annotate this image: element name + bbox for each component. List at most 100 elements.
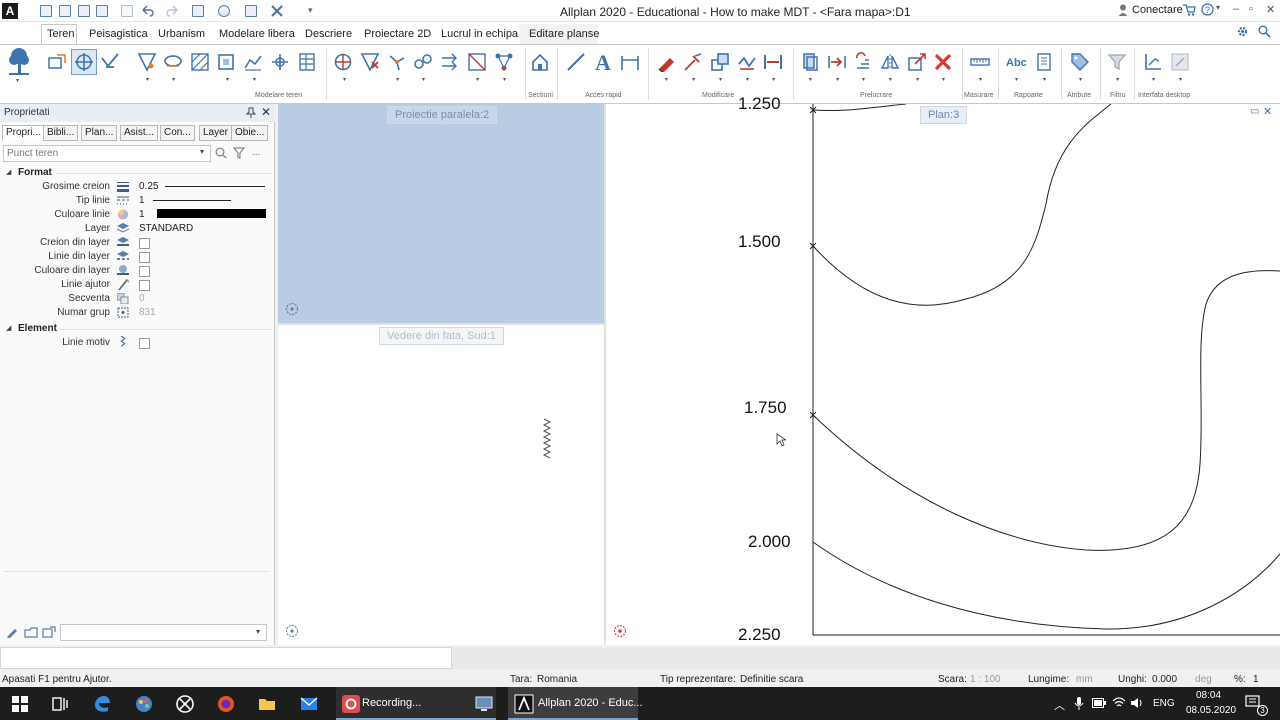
tab-urbanism[interactable]: Urbanism [158,28,205,40]
dropdown-arrow-icon[interactable]: ▾ [1015,76,1018,83]
prop-value-tip-linie[interactable]: 1 [139,195,145,206]
prop-value-layer[interactable]: STANDARD [139,223,193,234]
dropdown-arrow-icon[interactable]: ▾ [836,76,839,83]
command-line-input[interactable] [0,647,452,669]
dropdown-arrow-icon[interactable]: ▾ [889,76,892,83]
ribbon-search-icon[interactable] [1258,25,1271,38]
hatching-icon[interactable] [190,52,210,72]
edge-browser-icon[interactable] [92,694,112,714]
dropdown-arrow-icon[interactable]: ▾ [692,76,695,83]
dropdown-arrow-icon[interactable]: ▾ [226,76,229,83]
dropdown-arrow-icon[interactable]: ▾ [809,76,812,83]
copy-move-icon[interactable] [710,52,730,72]
modify-pick-icon[interactable] [683,52,703,72]
windows-start-icon[interactable] [10,694,30,714]
connect-link[interactable]: Conectare [1132,4,1183,16]
tab-biblioteca[interactable]: Bibli... [43,125,79,141]
prop-value-grosime-creion[interactable]: 0.25 [139,181,158,192]
terrain-table-icon[interactable] [297,52,317,72]
desktop-axes-icon[interactable] [1143,52,1163,72]
triangulation-icon[interactable] [137,52,157,72]
terrain-surface-icon[interactable] [163,52,183,72]
tab-teren[interactable]: Teren [47,28,75,40]
viewport-navigation-icon[interactable] [285,624,299,638]
maximize-icon[interactable]: ▫ [1249,3,1253,15]
xbox-app-icon[interactable] [175,694,195,714]
search-icon[interactable] [215,147,227,159]
terrain-move-icon[interactable] [387,52,407,72]
dropdown-arrow-icon[interactable]: ▾ [422,76,425,83]
terrain-abc-icon[interactable] [467,52,487,72]
checkbox-culoare-din-layer[interactable] [139,266,150,277]
terrain-link-icon[interactable] [413,52,433,72]
element-type-input[interactable] [5,147,197,160]
collapse-triangle-icon[interactable]: ◢ [6,324,11,332]
dropdown-arrow-icon[interactable]: ▾ [979,76,982,83]
dimension-tool-icon[interactable] [620,52,640,72]
rotate-icon[interactable] [853,52,873,72]
panel-close-icon[interactable]: ✕ [261,105,271,119]
print-icon[interactable] [121,5,133,17]
line-tool-icon[interactable] [566,52,586,72]
section-format[interactable]: Format [18,167,52,178]
favorites-combo[interactable]: ▾ [60,624,267,641]
dropdown-arrow-icon[interactable]: ▾ [862,76,865,83]
dropdown-arrow-icon[interactable]: ▾ [396,76,399,83]
scale-value[interactable]: 1 : 100 [970,674,1001,685]
help-dropdown-icon[interactable]: ▾ [1216,3,1220,12]
open-project-icon[interactable] [40,5,52,17]
dropdown-arrow-icon[interactable]: ▾ [146,76,149,83]
dropdown-arrow-icon[interactable]: ▾ [665,76,668,83]
angle-value[interactable]: 0.000 [1152,674,1177,685]
viewport-label-proiectie-paralela[interactable]: Proiectie paralela:2 [387,106,498,124]
allplan-logo-icon[interactable]: A [2,3,18,19]
viewport-label-vedere-din-fata[interactable]: Vedere din fata, Sud:1 [379,327,504,345]
dropdown-arrow-icon[interactable]: ▾ [1152,76,1155,83]
tab-descriere[interactable]: Descriere [305,28,352,40]
tree-dropdown-icon[interactable]: ▾ [16,77,19,84]
terrain-arrows-icon[interactable] [440,52,460,72]
dropdown-arrow-icon[interactable]: ▾ [1179,76,1182,83]
modify-stretch-icon[interactable] [763,52,783,72]
attributes-tag-icon[interactable] [1070,52,1090,72]
tab-peisagistica[interactable]: Peisagistica [89,28,148,40]
terrain-edit-icon[interactable] [333,52,353,72]
text-tool-icon[interactable]: A [595,50,611,76]
checkbox-linie-motiv[interactable] [139,338,150,349]
copy-icon[interactable] [800,52,820,72]
dropdown-arrow-icon[interactable]: ▾ [253,76,256,83]
pick-pen-icon[interactable] [6,626,18,638]
paint-app-icon[interactable] [134,694,154,714]
viewport-front-view[interactable] [278,325,604,645]
edit-icon[interactable] [96,5,108,17]
tools-icon[interactable] [270,4,284,18]
quick-access-dropdown-icon[interactable]: ▾ [308,5,313,16]
favorites-save-icon[interactable] [42,626,56,638]
region-icon[interactable] [216,52,236,72]
tab-connect[interactable]: Con... [160,125,195,141]
dropdown-arrow-icon[interactable]: ▾ [942,76,945,83]
task-view-icon[interactable] [50,694,70,714]
firefox-icon[interactable] [216,694,236,714]
combo-dropdown-icon[interactable]: ▾ [256,627,260,636]
clock-date[interactable]: 08.05.2020 [1186,705,1236,716]
volume-icon[interactable] [1130,697,1144,709]
tab-proprietati[interactable]: Propri... [2,125,46,141]
filter-icon[interactable] [233,147,245,159]
mail-icon[interactable] [299,694,319,714]
collapse-triangle-icon[interactable]: ◢ [6,168,11,176]
tab-layer[interactable]: Layer [199,125,233,141]
prop-value-culoare-linie[interactable]: 1 [139,209,145,220]
close-icon[interactable]: ✕ [1266,3,1275,16]
elevation-label-icon[interactable] [270,52,290,72]
section-element[interactable]: Element [18,323,57,334]
tab-editare-planse[interactable]: Editare planse [529,28,599,40]
eraser-pen-icon[interactable] [656,52,676,72]
mirror-icon[interactable] [880,52,900,72]
angle-unit[interactable]: deg [1195,674,1212,685]
settings-gear-icon[interactable] [218,5,230,17]
delete-icon[interactable] [933,52,953,72]
layout-icon[interactable] [245,5,257,17]
viewport-parallel-projection[interactable] [278,104,604,323]
cart-icon[interactable] [1183,4,1196,16]
